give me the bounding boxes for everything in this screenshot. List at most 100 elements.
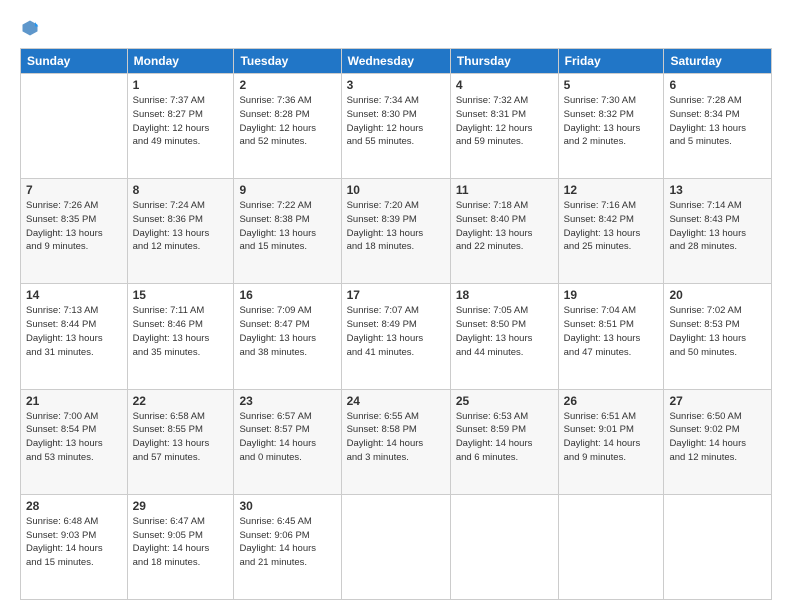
week-row-5: 28 Sunrise: 6:48 AMSunset: 9:03 PMDayligh… bbox=[21, 494, 772, 599]
calendar-cell: 27 Sunrise: 6:50 AMSunset: 9:02 PMDayligh… bbox=[664, 389, 772, 494]
day-number: 10 bbox=[347, 183, 445, 197]
calendar-cell: 17 Sunrise: 7:07 AMSunset: 8:49 PMDayligh… bbox=[341, 284, 450, 389]
day-info: Sunrise: 7:11 AMSunset: 8:46 PMDaylight:… bbox=[133, 304, 229, 359]
calendar-cell: 1Sunrise: 7:37 AMSunset: 8:27 PMDaylight… bbox=[127, 74, 234, 179]
calendar-cell: 7 Sunrise: 7:26 AMSunset: 8:35 PMDaylight… bbox=[21, 179, 128, 284]
day-number: 26 bbox=[564, 394, 659, 408]
day-info: Sunrise: 7:13 AMSunset: 8:44 PMDaylight:… bbox=[26, 304, 122, 359]
day-info: Sunrise: 7:14 AMSunset: 8:43 PMDaylight:… bbox=[669, 199, 766, 254]
day-number: 7 bbox=[26, 183, 122, 197]
calendar-cell: 23 Sunrise: 6:57 AMSunset: 8:57 PMDayligh… bbox=[234, 389, 341, 494]
calendar-cell: 6 Sunrise: 7:28 AMSunset: 8:34 PMDaylight… bbox=[664, 74, 772, 179]
day-number: 20 bbox=[669, 288, 766, 302]
day-number: 18 bbox=[456, 288, 553, 302]
day-number: 22 bbox=[133, 394, 229, 408]
day-info: Sunrise: 7:02 AMSunset: 8:53 PMDaylight:… bbox=[669, 304, 766, 359]
calendar-table: SundayMondayTuesdayWednesdayThursdayFrid… bbox=[20, 48, 772, 600]
calendar-cell: 30 Sunrise: 6:45 AMSunset: 9:06 PMDayligh… bbox=[234, 494, 341, 599]
day-info: Sunrise: 6:45 AMSunset: 9:06 PMDaylight:… bbox=[239, 515, 335, 570]
day-info: Sunrise: 7:00 AMSunset: 8:54 PMDaylight:… bbox=[26, 410, 122, 465]
calendar-cell: 29 Sunrise: 6:47 AMSunset: 9:05 PMDayligh… bbox=[127, 494, 234, 599]
day-info: Sunrise: 7:24 AMSunset: 8:36 PMDaylight:… bbox=[133, 199, 229, 254]
calendar-cell bbox=[341, 494, 450, 599]
day-info: Sunrise: 6:57 AMSunset: 8:57 PMDaylight:… bbox=[239, 410, 335, 465]
weekday-header-row: SundayMondayTuesdayWednesdayThursdayFrid… bbox=[21, 49, 772, 74]
day-info: Sunrise: 7:26 AMSunset: 8:35 PMDaylight:… bbox=[26, 199, 122, 254]
day-info: Sunrise: 6:47 AMSunset: 9:05 PMDaylight:… bbox=[133, 515, 229, 570]
calendar-cell: 14 Sunrise: 7:13 AMSunset: 8:44 PMDayligh… bbox=[21, 284, 128, 389]
day-number: 27 bbox=[669, 394, 766, 408]
calendar-cell: 11 Sunrise: 7:18 AMSunset: 8:40 PMDayligh… bbox=[450, 179, 558, 284]
calendar-cell: 5 Sunrise: 7:30 AMSunset: 8:32 PMDaylight… bbox=[558, 74, 664, 179]
weekday-header-tuesday: Tuesday bbox=[234, 49, 341, 74]
day-number: 29 bbox=[133, 499, 229, 513]
day-number: 28 bbox=[26, 499, 122, 513]
day-number: 17 bbox=[347, 288, 445, 302]
calendar-cell: 18 Sunrise: 7:05 AMSunset: 8:50 PMDayligh… bbox=[450, 284, 558, 389]
calendar-cell bbox=[558, 494, 664, 599]
calendar-cell bbox=[664, 494, 772, 599]
day-number: 6 bbox=[669, 78, 766, 92]
calendar-cell: 22 Sunrise: 6:58 AMSunset: 8:55 PMDayligh… bbox=[127, 389, 234, 494]
day-info: Sunrise: 6:48 AMSunset: 9:03 PMDaylight:… bbox=[26, 515, 122, 570]
day-number: 13 bbox=[669, 183, 766, 197]
calendar-cell: 2 Sunrise: 7:36 AMSunset: 8:28 PMDaylight… bbox=[234, 74, 341, 179]
calendar-cell: 16Sunrise: 7:09 AMSunset: 8:47 PMDayligh… bbox=[234, 284, 341, 389]
day-info: Sunrise: 6:58 AMSunset: 8:55 PMDaylight:… bbox=[133, 410, 229, 465]
day-info: Sunrise: 7:34 AMSunset: 8:30 PMDaylight:… bbox=[347, 94, 445, 149]
calendar-cell: 28 Sunrise: 6:48 AMSunset: 9:03 PMDayligh… bbox=[21, 494, 128, 599]
weekday-header-saturday: Saturday bbox=[664, 49, 772, 74]
day-number: 2 bbox=[239, 78, 335, 92]
calendar-cell: 21 Sunrise: 7:00 AMSunset: 8:54 PMDayligh… bbox=[21, 389, 128, 494]
day-info: Sunrise: 6:53 AMSunset: 8:59 PMDaylight:… bbox=[456, 410, 553, 465]
day-number: 3 bbox=[347, 78, 445, 92]
calendar-cell: 9Sunrise: 7:22 AMSunset: 8:38 PMDaylight… bbox=[234, 179, 341, 284]
calendar-cell: 13 Sunrise: 7:14 AMSunset: 8:43 PMDayligh… bbox=[664, 179, 772, 284]
calendar-cell bbox=[21, 74, 128, 179]
day-number: 15 bbox=[133, 288, 229, 302]
calendar-cell: 12 Sunrise: 7:16 AMSunset: 8:42 PMDayligh… bbox=[558, 179, 664, 284]
day-number: 21 bbox=[26, 394, 122, 408]
logo bbox=[20, 18, 42, 38]
weekday-header-sunday: Sunday bbox=[21, 49, 128, 74]
day-number: 30 bbox=[239, 499, 335, 513]
day-number: 12 bbox=[564, 183, 659, 197]
day-info: Sunrise: 7:18 AMSunset: 8:40 PMDaylight:… bbox=[456, 199, 553, 254]
weekday-header-monday: Monday bbox=[127, 49, 234, 74]
day-info: Sunrise: 7:28 AMSunset: 8:34 PMDaylight:… bbox=[669, 94, 766, 149]
day-info: Sunrise: 7:36 AMSunset: 8:28 PMDaylight:… bbox=[239, 94, 335, 149]
calendar-cell: 19 Sunrise: 7:04 AMSunset: 8:51 PMDayligh… bbox=[558, 284, 664, 389]
day-info: Sunrise: 7:05 AMSunset: 8:50 PMDaylight:… bbox=[456, 304, 553, 359]
week-row-2: 7 Sunrise: 7:26 AMSunset: 8:35 PMDaylight… bbox=[21, 179, 772, 284]
day-number: 5 bbox=[564, 78, 659, 92]
weekday-header-friday: Friday bbox=[558, 49, 664, 74]
week-row-4: 21 Sunrise: 7:00 AMSunset: 8:54 PMDayligh… bbox=[21, 389, 772, 494]
calendar-cell: 3 Sunrise: 7:34 AMSunset: 8:30 PMDaylight… bbox=[341, 74, 450, 179]
weekday-header-wednesday: Wednesday bbox=[341, 49, 450, 74]
day-info: Sunrise: 7:16 AMSunset: 8:42 PMDaylight:… bbox=[564, 199, 659, 254]
calendar-cell: 26Sunrise: 6:51 AMSunset: 9:01 PMDayligh… bbox=[558, 389, 664, 494]
calendar-cell: 20 Sunrise: 7:02 AMSunset: 8:53 PMDayligh… bbox=[664, 284, 772, 389]
day-number: 14 bbox=[26, 288, 122, 302]
day-info: Sunrise: 7:20 AMSunset: 8:39 PMDaylight:… bbox=[347, 199, 445, 254]
day-info: Sunrise: 6:50 AMSunset: 9:02 PMDaylight:… bbox=[669, 410, 766, 465]
general-blue-icon bbox=[20, 18, 40, 38]
day-info: Sunrise: 7:37 AMSunset: 8:27 PMDaylight:… bbox=[133, 94, 229, 149]
day-number: 8 bbox=[133, 183, 229, 197]
day-info: Sunrise: 7:07 AMSunset: 8:49 PMDaylight:… bbox=[347, 304, 445, 359]
calendar-cell: 15 Sunrise: 7:11 AMSunset: 8:46 PMDayligh… bbox=[127, 284, 234, 389]
calendar-cell: 24Sunrise: 6:55 AMSunset: 8:58 PMDayligh… bbox=[341, 389, 450, 494]
day-info: Sunrise: 7:04 AMSunset: 8:51 PMDaylight:… bbox=[564, 304, 659, 359]
calendar-cell: 10 Sunrise: 7:20 AMSunset: 8:39 PMDayligh… bbox=[341, 179, 450, 284]
calendar-cell: 4Sunrise: 7:32 AMSunset: 8:31 PMDaylight… bbox=[450, 74, 558, 179]
day-number: 11 bbox=[456, 183, 553, 197]
day-info: Sunrise: 7:22 AMSunset: 8:38 PMDaylight:… bbox=[239, 199, 335, 254]
day-info: Sunrise: 7:30 AMSunset: 8:32 PMDaylight:… bbox=[564, 94, 659, 149]
day-number: 23 bbox=[239, 394, 335, 408]
calendar-cell: 8 Sunrise: 7:24 AMSunset: 8:36 PMDaylight… bbox=[127, 179, 234, 284]
calendar-cell: 25Sunrise: 6:53 AMSunset: 8:59 PMDayligh… bbox=[450, 389, 558, 494]
day-info: Sunrise: 7:32 AMSunset: 8:31 PMDaylight:… bbox=[456, 94, 553, 149]
week-row-1: 1Sunrise: 7:37 AMSunset: 8:27 PMDaylight… bbox=[21, 74, 772, 179]
day-number: 19 bbox=[564, 288, 659, 302]
week-row-3: 14 Sunrise: 7:13 AMSunset: 8:44 PMDayligh… bbox=[21, 284, 772, 389]
